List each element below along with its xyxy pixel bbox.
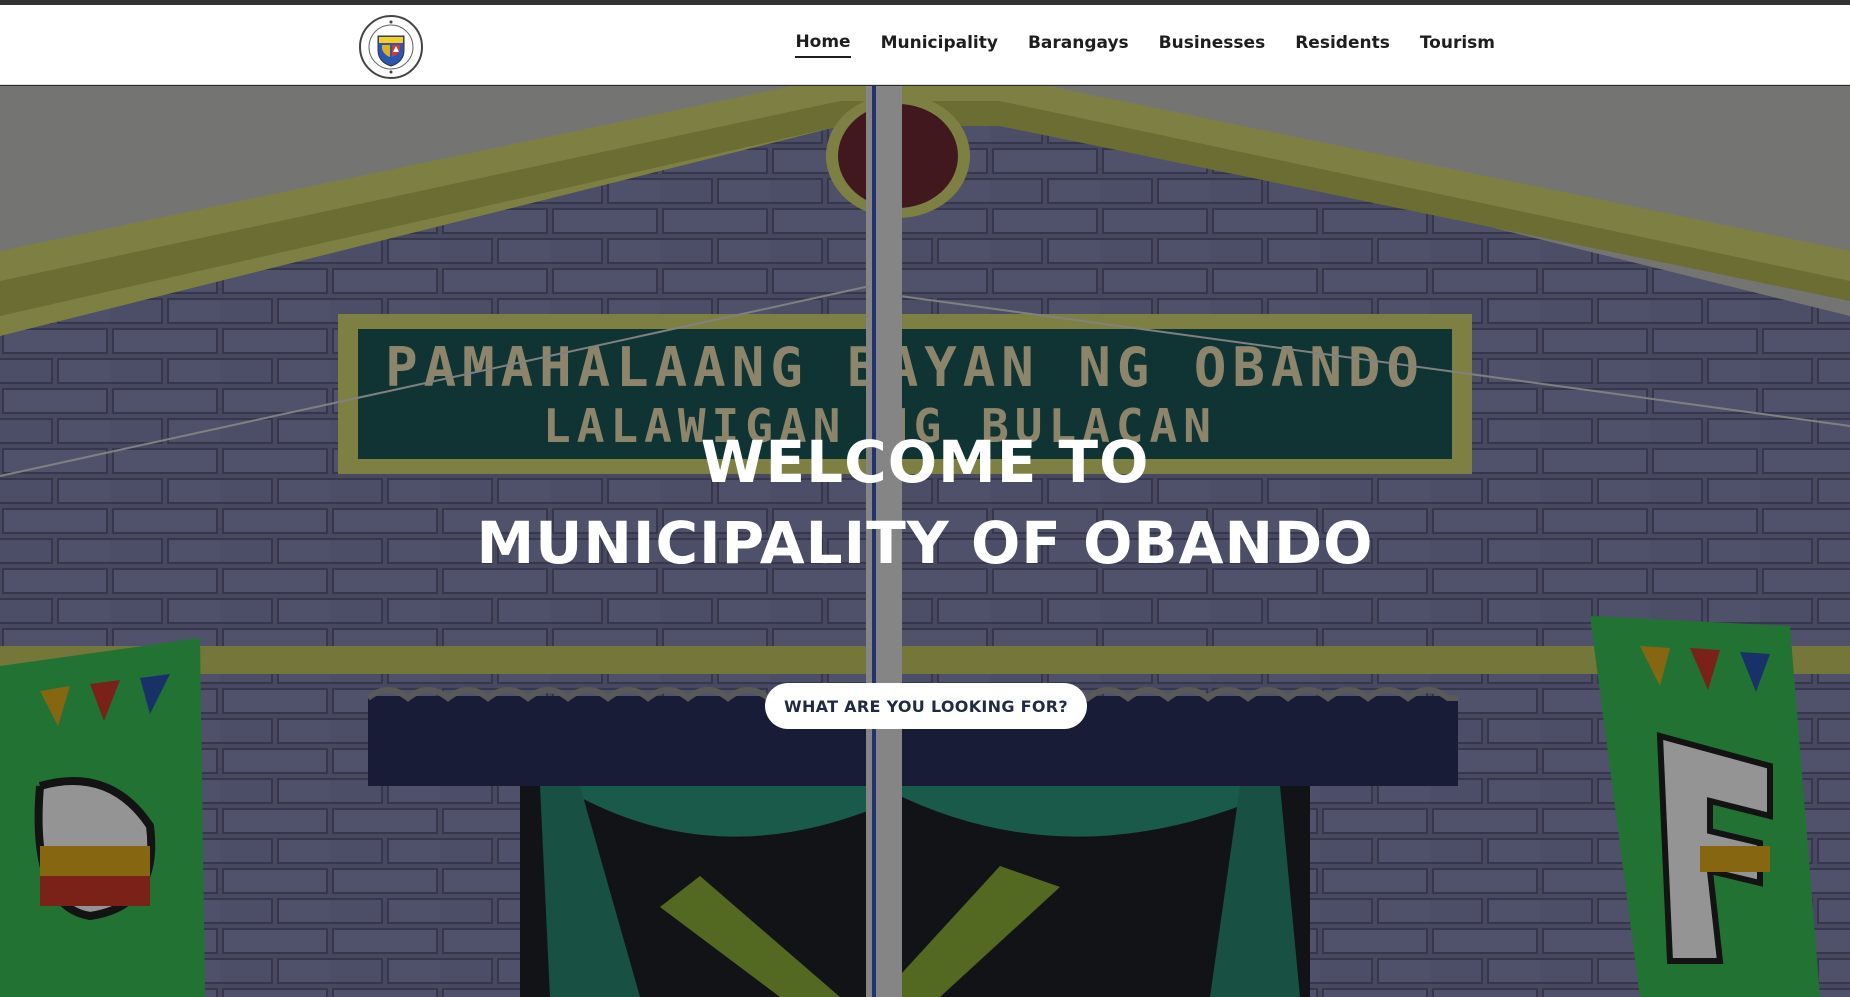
- nav-item-businesses[interactable]: Businesses: [1159, 33, 1266, 57]
- hero-title-line1: WELCOME TO: [700, 428, 1150, 496]
- obando-seal-logo-icon[interactable]: [358, 14, 424, 80]
- nav-item-home[interactable]: Home: [795, 32, 851, 58]
- site-navbar: Home Municipality Barangays Businesses Resid…: [0, 5, 1850, 85]
- main-navigation: Home Municipality Barangays Businesses Resid…: [765, 5, 1495, 85]
- nav-item-barangays[interactable]: Barangays: [1028, 33, 1129, 57]
- nav-item-residents[interactable]: Residents: [1295, 33, 1390, 57]
- hero-section: PAMAHALAANG BAYAN NG OBANDO LALAWIGAN NG…: [0, 86, 1850, 997]
- what-are-you-looking-for-button[interactable]: WHAT ARE YOU LOOKING FOR?: [765, 683, 1087, 729]
- nav-item-tourism[interactable]: Tourism: [1420, 33, 1495, 57]
- nav-item-municipality[interactable]: Municipality: [881, 33, 998, 57]
- hero-title-line2: MUNICIPALITY OF OBANDO: [476, 509, 1374, 577]
